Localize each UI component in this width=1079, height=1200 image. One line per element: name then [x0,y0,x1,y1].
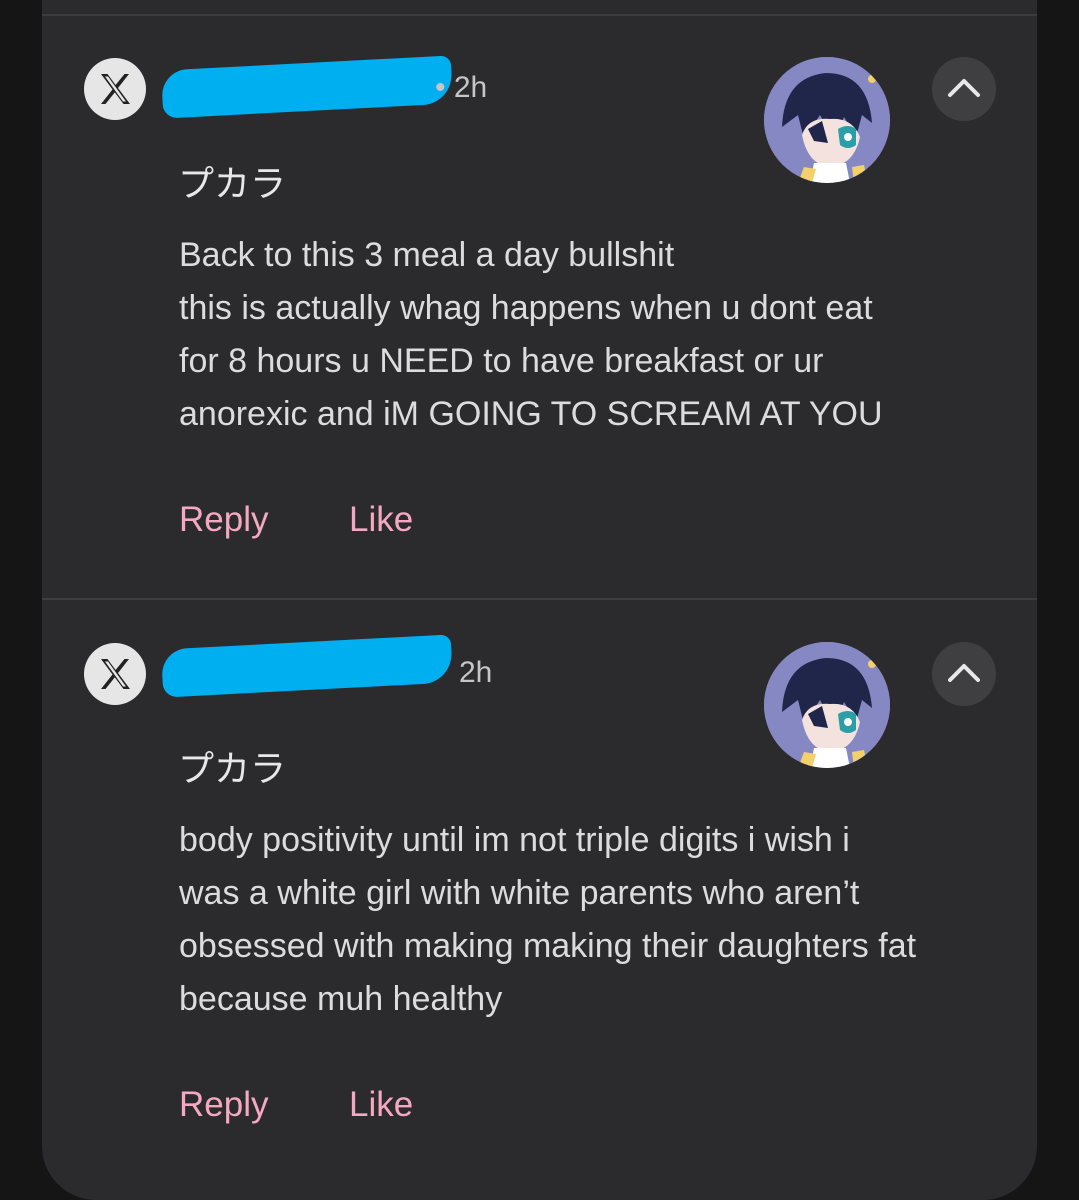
comment-card: • 2h プカラ Back to this 3 meal a day bulls… [42,15,1037,600]
chevron-up-icon [948,664,980,682]
comment-line: Back to this 3 meal a day bullshit [179,236,675,274]
comment-line: obsessed with making making their daught… [179,927,917,965]
timestamp: • 2h [435,71,488,104]
redacted-username [160,634,454,698]
reply-button[interactable]: Reply [179,500,268,540]
collapse-button[interactable] [932,642,996,706]
x-logo-icon[interactable] [84,58,146,120]
comment-line: anorexic and iM GOING TO SCREAM AT YOU [179,395,883,433]
like-button[interactable]: Like [349,500,413,540]
comment-line: was a white girl with white parents who … [179,874,860,912]
x-logo-icon[interactable] [84,643,146,705]
redacted-username [160,55,454,119]
comment-line: this is actually whag happens when u don… [179,289,873,327]
comment-line: for 8 hours u NEED to have breakfast or … [179,342,824,380]
timestamp: 2h [459,656,493,689]
reply-button[interactable]: Reply [179,1085,268,1125]
comment-line: because muh healthy [179,980,503,1018]
avatar[interactable] [764,642,890,768]
comment-card: 2h プカラ body positivity until im not trip… [42,600,1037,1185]
chevron-up-icon [948,79,980,97]
comment-line: body positivity until im not triple digi… [179,821,850,859]
collapse-button[interactable] [932,57,996,121]
like-button[interactable]: Like [349,1085,413,1125]
comment-text: body positivity until im not triple digi… [179,814,1019,1026]
avatar[interactable] [764,57,890,183]
comment-text: Back to this 3 meal a day bullshit this … [179,229,1019,441]
channel-name: プカラ [178,749,287,790]
channel-name: プカラ [178,164,287,205]
